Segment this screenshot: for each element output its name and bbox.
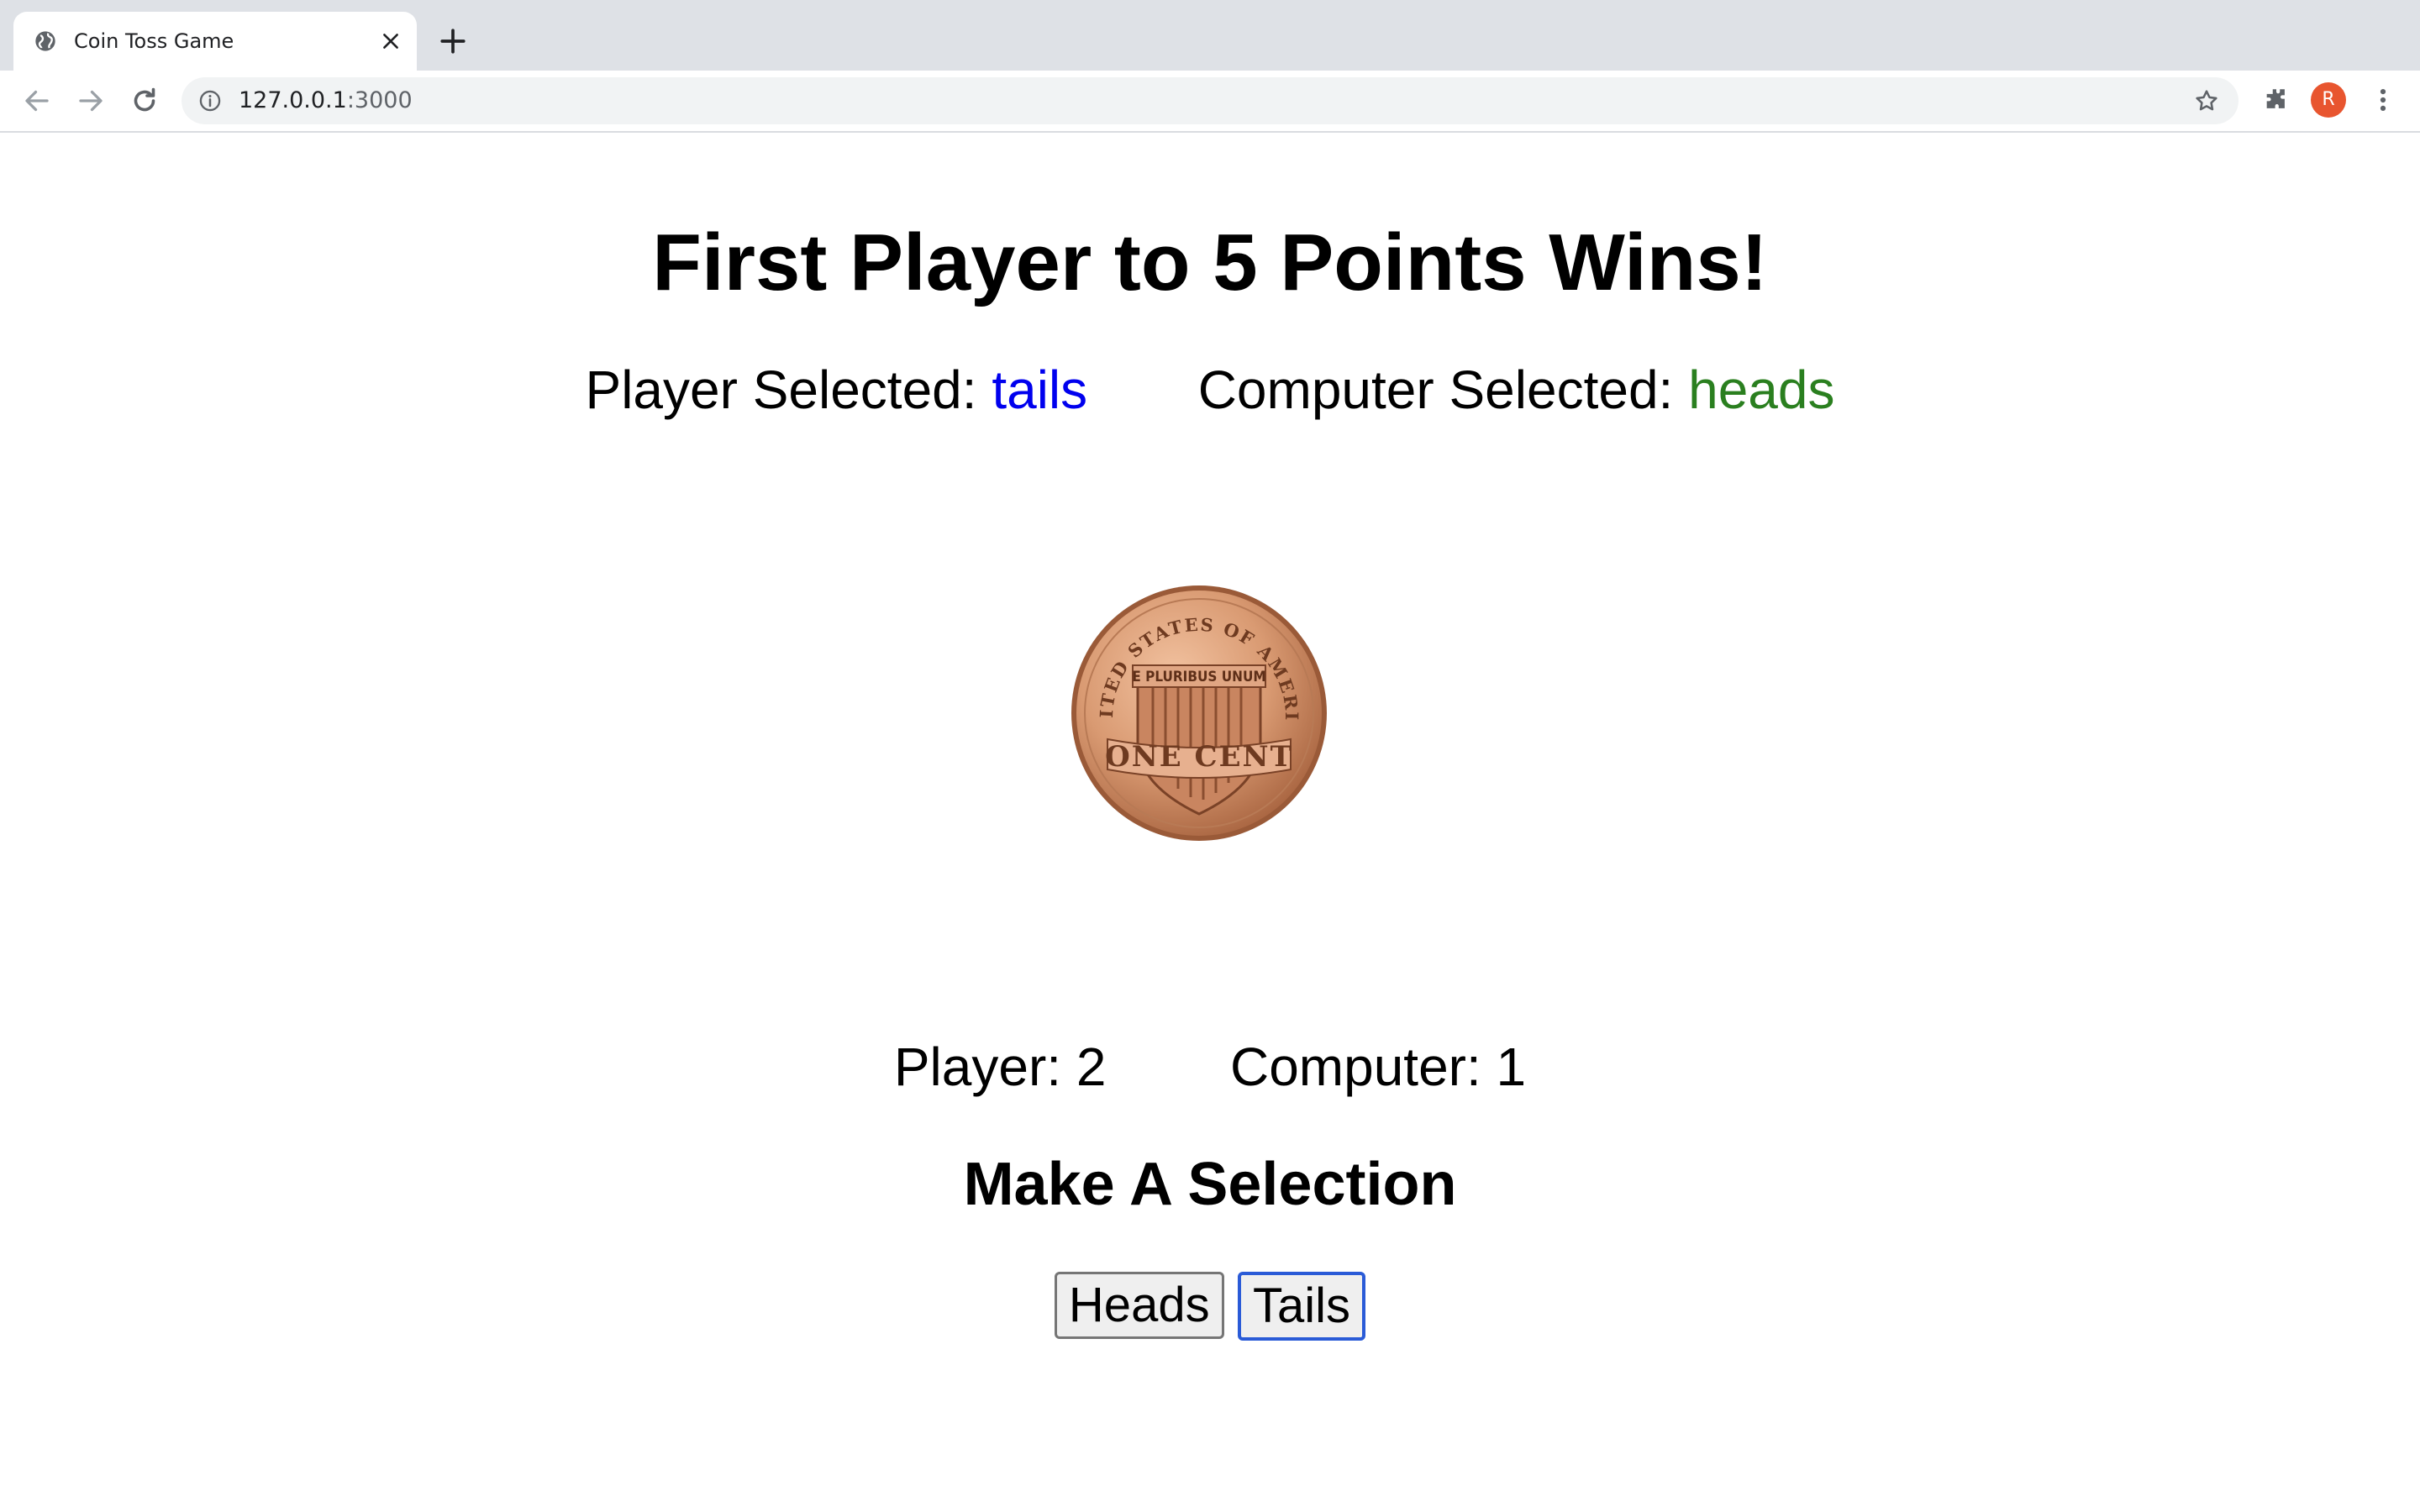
browser-toolbar: 127.0.0.1:3000 (0, 71, 2420, 133)
choice-buttons: Heads Tails (0, 1272, 2420, 1341)
url-text[interactable]: 127.0.0.1:3000 (239, 87, 413, 114)
reload-icon[interactable] (129, 86, 160, 116)
puzzle-icon[interactable] (2262, 86, 2291, 114)
page-title: First Player to 5 Points Wins! (652, 218, 1768, 307)
page-content: First Player to 5 Points Wins! Player Se… (0, 133, 2420, 1512)
tails-button[interactable]: Tails (1238, 1272, 1366, 1341)
coin-motto-text: E PLURIBUS UNUM (1132, 669, 1265, 685)
star-icon[interactable] (2193, 87, 2220, 114)
info-icon[interactable] (198, 89, 222, 113)
globe-icon (35, 31, 55, 51)
url-host: 127.0.0.1 (239, 87, 347, 113)
coin-denomination-text: ONE CENT (1105, 740, 1293, 774)
scoreboard: Player: 2 Computer: 1 (0, 1035, 2420, 1099)
player-selected-label: Player Selected: (585, 360, 977, 420)
computer-score-value: 1 (1496, 1037, 1527, 1097)
tab-title: Coin Toss Game (74, 29, 234, 53)
tab-strip: Coin Toss Game (0, 0, 2420, 71)
selection-summary: Player Selected: tails Computer Selected… (0, 358, 2420, 422)
plus-icon[interactable] (439, 27, 467, 55)
penny-coin-image: UNITED STATES OF AMERICA E PLURIBUS UNUM… (1069, 583, 1327, 841)
computer-selected-label: Computer Selected: (1197, 360, 1674, 420)
selection-prompt: Make A Selection (963, 1151, 1457, 1218)
computer-selected-value: heads (1688, 360, 1835, 420)
close-icon[interactable] (380, 30, 402, 52)
player-selected-value: tails (992, 360, 1088, 420)
browser-tab[interactable]: Coin Toss Game (13, 12, 417, 71)
computer-score-label: Computer: (1229, 1037, 1481, 1097)
player-score-value: 2 (1076, 1037, 1107, 1097)
url-port: :3000 (346, 87, 413, 113)
heads-button[interactable]: Heads (1054, 1272, 1224, 1339)
back-arrow-icon[interactable] (22, 86, 52, 116)
address-bar[interactable]: 127.0.0.1:3000 (182, 77, 2238, 124)
player-score-label: Player: (893, 1037, 1062, 1097)
profile-avatar[interactable]: R (2311, 82, 2346, 118)
more-vert-icon[interactable] (2371, 86, 2395, 114)
forward-arrow-icon[interactable] (76, 86, 106, 116)
